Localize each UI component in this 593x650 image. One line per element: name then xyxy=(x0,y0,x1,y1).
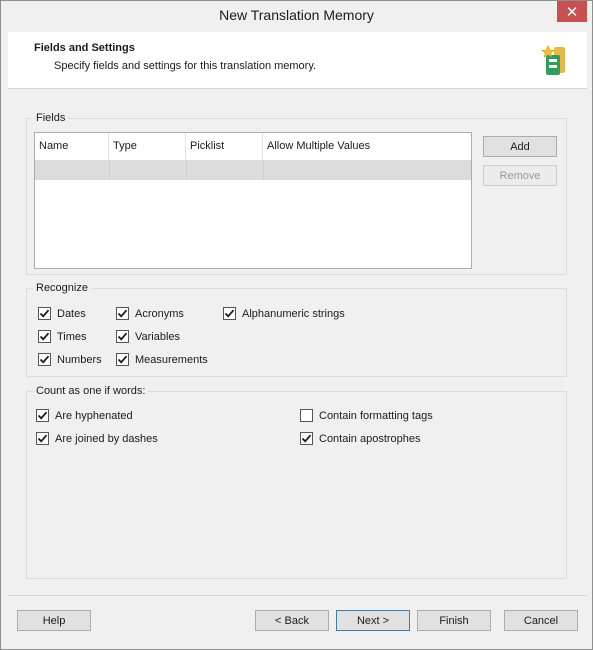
checkbox-box[interactable] xyxy=(38,307,51,320)
apostrophes-label: Contain apostrophes xyxy=(319,432,421,445)
checkmark-icon xyxy=(224,309,235,318)
cancel-button[interactable]: Cancel xyxy=(504,610,578,631)
recognize-group xyxy=(26,288,567,377)
column-header-allow-multiple: Allow Multiple Values xyxy=(267,140,371,152)
variables-label: Variables xyxy=(135,330,181,343)
back-button[interactable]: < Back xyxy=(255,610,329,631)
checkmark-icon xyxy=(301,434,312,443)
times-checkbox[interactable]: Times xyxy=(38,330,87,343)
checkmark-icon xyxy=(117,309,128,318)
remove-button[interactable]: Remove xyxy=(483,165,557,186)
recognize-group-label: Recognize xyxy=(33,282,91,294)
table-row[interactable] xyxy=(35,160,471,180)
checkbox-box[interactable] xyxy=(36,409,49,422)
are-hyphenated-label: Are hyphenated xyxy=(55,409,133,422)
close-button[interactable]: ✕ xyxy=(557,1,587,22)
fields-grid[interactable]: Name Type Picklist Allow Multiple Values xyxy=(34,132,472,269)
help-button[interactable]: Help xyxy=(17,610,91,631)
checkbox-box[interactable] xyxy=(116,307,129,320)
checkbox-box[interactable] xyxy=(38,353,51,366)
close-icon: ✕ xyxy=(565,3,579,21)
fields-group-label: Fields xyxy=(33,112,69,124)
dates-label: Dates xyxy=(57,307,86,320)
page-subtitle: Specify fields and settings for this tra… xyxy=(54,60,317,72)
checkbox-box[interactable] xyxy=(116,330,129,343)
checkbox-box[interactable] xyxy=(116,353,129,366)
measurements-label: Measurements xyxy=(135,353,208,366)
checkmark-icon xyxy=(37,434,48,443)
joined-by-dashes-label: Are joined by dashes xyxy=(55,432,158,445)
next-button[interactable]: Next > xyxy=(336,610,410,631)
variables-checkbox[interactable]: Variables xyxy=(116,330,180,343)
add-button[interactable]: Add xyxy=(483,136,557,157)
measurements-checkbox[interactable]: Measurements xyxy=(116,353,208,366)
acronyms-checkbox[interactable]: Acronyms xyxy=(116,307,184,320)
page-title: Fields and Settings xyxy=(34,42,135,54)
checkbox-box[interactable] xyxy=(36,432,49,445)
checkmark-icon xyxy=(117,332,128,341)
column-header-type: Type xyxy=(113,140,137,152)
dates-checkbox[interactable]: Dates xyxy=(38,307,86,320)
checkmark-icon xyxy=(39,309,50,318)
checkmark-icon xyxy=(117,355,128,364)
count-as-one-group-label: Count as one if words: xyxy=(33,385,149,397)
formatting-tags-checkbox[interactable]: Contain formatting tags xyxy=(300,409,433,422)
alphanumeric-strings-label: Alphanumeric strings xyxy=(242,307,345,320)
are-hyphenated-checkbox[interactable]: Are hyphenated xyxy=(36,409,133,422)
footer-divider xyxy=(8,595,587,596)
numbers-checkbox[interactable]: Numbers xyxy=(38,353,102,366)
checkmark-icon xyxy=(37,411,48,420)
numbers-label: Numbers xyxy=(57,353,102,366)
formatting-tags-label: Contain formatting tags xyxy=(319,409,433,422)
apostrophes-checkbox[interactable]: Contain apostrophes xyxy=(300,432,421,445)
finish-button[interactable]: Finish xyxy=(417,610,491,631)
times-label: Times xyxy=(57,330,87,343)
checkmark-icon xyxy=(39,355,50,364)
window-title: New Translation Memory xyxy=(219,7,374,23)
checkbox-box[interactable] xyxy=(300,432,313,445)
joined-by-dashes-checkbox[interactable]: Are joined by dashes xyxy=(36,432,158,445)
column-header-name: Name xyxy=(39,140,69,152)
checkbox-box[interactable] xyxy=(223,307,236,320)
checkbox-box[interactable] xyxy=(38,330,51,343)
acronyms-label: Acronyms xyxy=(135,307,184,320)
alphanumeric-strings-checkbox[interactable]: Alphanumeric strings xyxy=(223,307,345,320)
wizard-header: Fields and Settings Specify fields and s… xyxy=(8,32,587,89)
title-bar: New Translation Memory ✕ xyxy=(1,1,592,32)
checkbox-box[interactable] xyxy=(300,409,313,422)
new-translation-memory-dialog: New Translation Memory ✕ Fields and Sett… xyxy=(0,0,593,650)
checkmark-icon xyxy=(39,332,50,341)
translation-memory-icon xyxy=(541,45,569,77)
column-header-picklist: Picklist xyxy=(190,140,225,152)
